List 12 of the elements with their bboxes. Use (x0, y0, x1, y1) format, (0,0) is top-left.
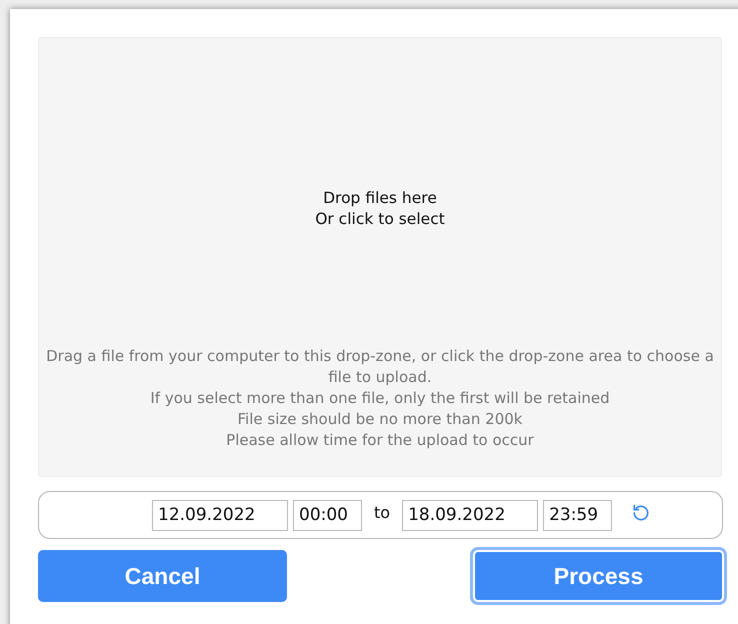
text-field[interactable]: 00:00 (293, 500, 362, 530)
text-field[interactable]: 12.09.2022 (152, 500, 288, 530)
text-field[interactable]: 23:59 (543, 500, 612, 530)
dropzone-title: Or click to select (315, 209, 445, 230)
reset-icon[interactable] (631, 503, 652, 523)
help-text: Drag a file from your computer to this drop-zone, or click the drop-zone area to choose a file to upload. (45, 346, 715, 388)
dropzone-title: Drop files here (323, 188, 437, 209)
text-field[interactable]: 18.09.2022 (402, 500, 538, 530)
help-text: Please allow time for the upload to occur (226, 430, 534, 451)
help-text: File size should be no more than 200k (238, 409, 522, 430)
help-text: If you select more than one file, only the first will be retained (150, 388, 610, 409)
range-separator: to (374, 502, 390, 524)
